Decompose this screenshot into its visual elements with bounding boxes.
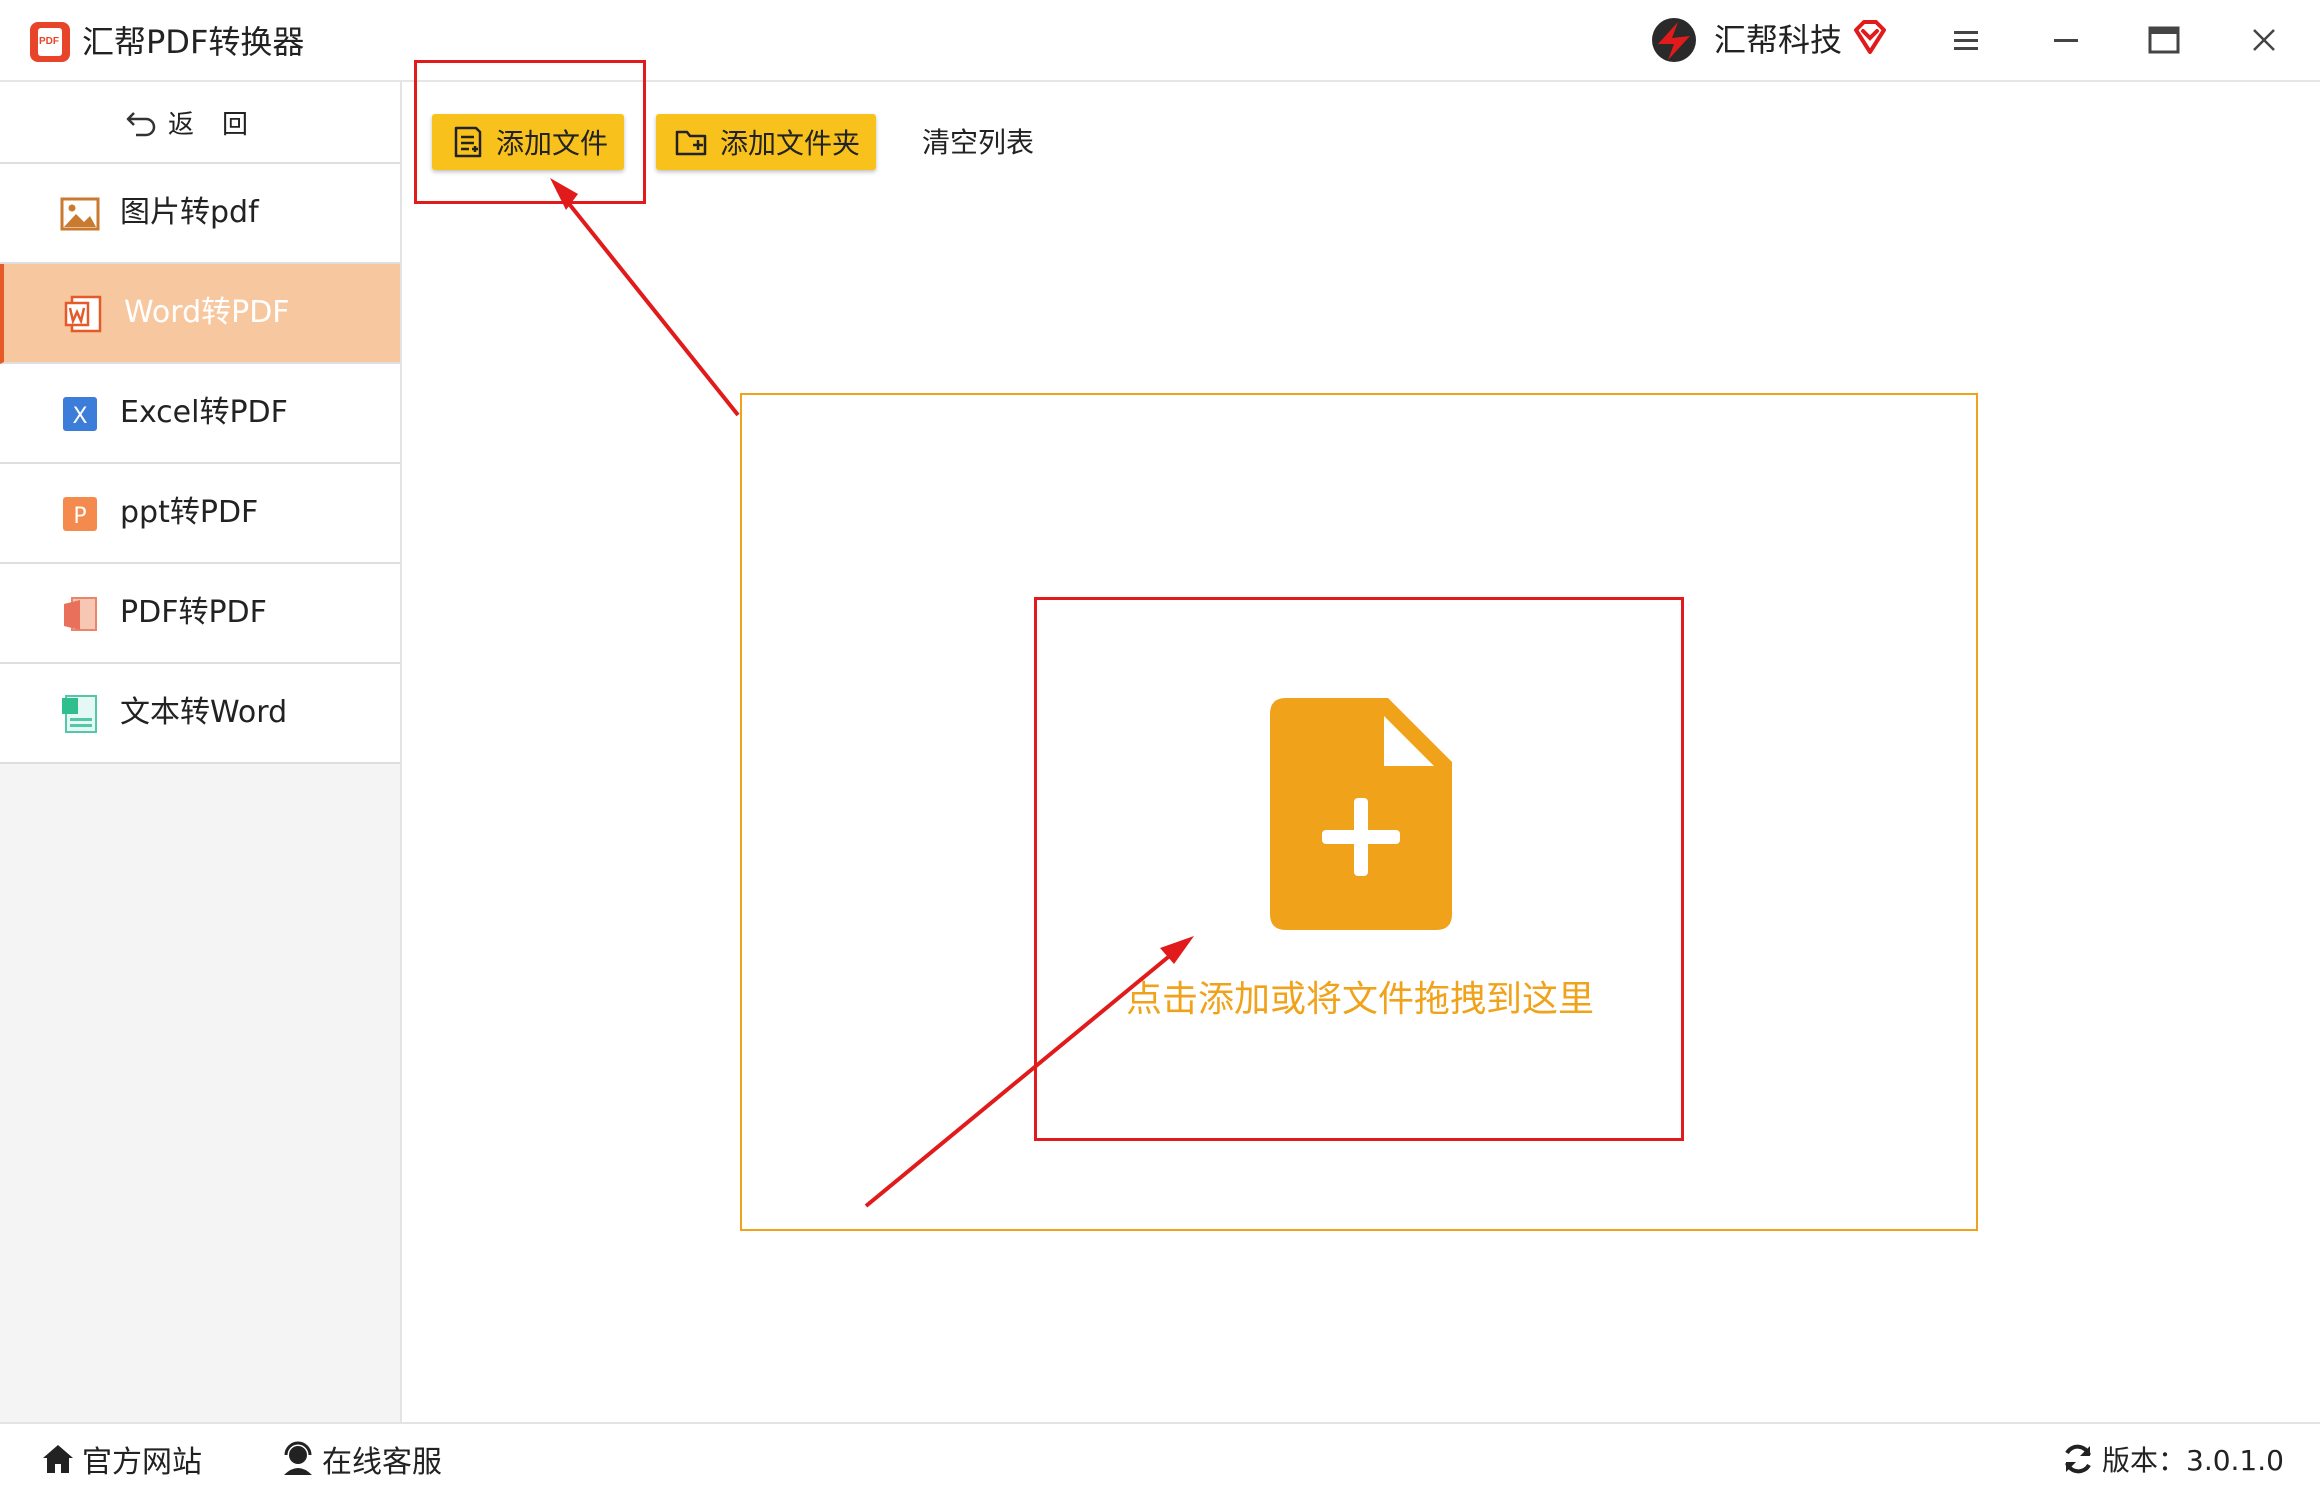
folder-add-icon	[675, 130, 707, 156]
online-service-link[interactable]: 在线客服	[280, 1434, 442, 1484]
sidebar-item-label: 图片转pdf	[120, 195, 259, 230]
minimize-button[interactable]	[2044, 18, 2088, 62]
sidebar-item-label: PDF转PDF	[120, 595, 267, 630]
sidebar-item-label: 文本转Word	[120, 695, 288, 730]
text-icon	[62, 695, 97, 733]
version-label: 版本：3.0.1.0	[2102, 1444, 2284, 1477]
back-arrow-icon	[126, 112, 156, 137]
app-logo: PDF	[30, 22, 70, 62]
refresh-icon	[2065, 1444, 2091, 1474]
annotation-arrow-to-toolbar	[556, 188, 740, 417]
customer-service-icon	[284, 1441, 312, 1475]
sidebar-item-label: Word转PDF	[124, 295, 290, 330]
annotation-box-drop-area	[1034, 597, 1684, 1141]
annotation-box-toolbar	[414, 60, 646, 204]
sidebar-item-image-to-pdf[interactable]: 图片转pdf	[0, 164, 400, 264]
back-label: 返回	[167, 109, 276, 140]
sidebar-item-label: ppt转PDF	[120, 495, 259, 530]
vip-diamond-icon[interactable]	[1850, 18, 1890, 58]
sidebar-item-label: Excel转PDF	[120, 395, 288, 430]
back-button[interactable]: 返回	[0, 82, 400, 165]
sidebar-item-ppt-to-pdf[interactable]: P ppt转PDF	[0, 464, 400, 564]
maximize-icon	[2148, 26, 2180, 54]
sidebar-item-text-to-word[interactable]: 文本转Word	[0, 664, 400, 764]
maximize-button[interactable]	[2142, 18, 2186, 62]
word-icon	[64, 295, 102, 333]
minimize-icon	[2054, 39, 2078, 42]
sidebar-item-pdf-to-pdf[interactable]: PDF转PDF	[0, 564, 400, 664]
pdf-icon	[64, 597, 97, 631]
hamburger-icon	[1954, 31, 1978, 50]
app-title: 汇帮PDF转换器	[82, 23, 305, 61]
version-info: 版本：3.0.1.0	[2060, 1434, 2284, 1484]
menu-button[interactable]	[1944, 18, 1988, 62]
official-site-link[interactable]: 官方网站	[40, 1434, 202, 1484]
brand-logo-icon	[1652, 18, 1696, 62]
sidebar-item-excel-to-pdf[interactable]: X Excel转PDF	[0, 364, 400, 464]
close-icon	[2253, 29, 2275, 51]
brand-name: 汇帮科技	[1714, 21, 1843, 59]
excel-icon-letter: X	[72, 404, 87, 429]
clear-list-button[interactable]: 清空列表	[922, 118, 1034, 168]
sidebar-item-word-to-pdf[interactable]: Word转PDF	[0, 264, 400, 364]
close-button[interactable]	[2242, 18, 2286, 62]
ppt-icon: P	[63, 497, 97, 531]
online-service-label: 在线客服	[322, 1445, 442, 1480]
add-folder-label: 添加文件夹	[720, 127, 861, 160]
image-icon	[60, 197, 100, 231]
ppt-icon-letter: P	[73, 504, 86, 529]
app-logo-text: PDF	[39, 36, 59, 47]
add-folder-button[interactable]: 添加文件夹	[656, 114, 876, 170]
excel-icon: X	[63, 397, 97, 431]
home-icon	[43, 1445, 73, 1473]
official-site-label: 官方网站	[82, 1445, 202, 1480]
